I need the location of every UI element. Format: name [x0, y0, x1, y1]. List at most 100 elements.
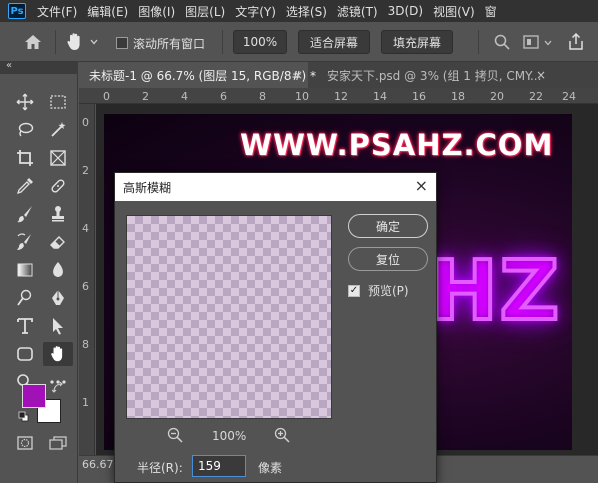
tools-panel-header: «	[0, 60, 78, 74]
ruler-tick: 6	[220, 90, 227, 103]
eyedropper-tool-icon[interactable]	[10, 174, 40, 198]
ruler-tick: 2	[82, 164, 89, 177]
menu-edit[interactable]: 编辑(E)	[82, 3, 133, 20]
ruler-tick: 10	[295, 90, 309, 103]
share-icon[interactable]	[568, 33, 584, 50]
brush-tool-icon[interactable]	[10, 202, 40, 226]
menu-image[interactable]: 图像(I)	[133, 3, 180, 20]
hand-tool-icon[interactable]	[43, 342, 73, 366]
radius-unit: 像素	[258, 461, 283, 475]
search-icon[interactable]	[494, 34, 510, 50]
ruler-tick: 22	[529, 90, 543, 103]
move-tool-icon[interactable]	[10, 90, 40, 114]
dialog-title-bar[interactable]: 高斯模糊 ×	[115, 173, 436, 201]
tools-panel: «	[0, 60, 78, 483]
marquee-tool-icon[interactable]	[43, 90, 73, 114]
menu-type[interactable]: 文字(Y)	[230, 3, 281, 20]
radius-label: 半径(R):	[137, 461, 183, 475]
tab-untitled-1[interactable]: 未标题-1 @ 66.7% (图层 15, RGB/8#) *	[79, 62, 316, 88]
path-selection-tool-icon[interactable]	[43, 314, 73, 338]
fit-screen-button[interactable]: 适合屏幕	[298, 30, 370, 54]
ruler-tick: 14	[373, 90, 387, 103]
zoom-out-icon[interactable]	[167, 427, 183, 443]
history-brush-tool-icon[interactable]	[10, 230, 40, 254]
menu-view[interactable]: 视图(V)	[428, 3, 480, 20]
ruler-tick: 8	[259, 90, 266, 103]
menu-layer[interactable]: 图层(L)	[180, 3, 230, 20]
ruler-tick: 20	[490, 90, 504, 103]
ruler-tick: 2	[142, 90, 149, 103]
lasso-tool-icon[interactable]	[10, 118, 40, 142]
neon-text: HZ	[427, 242, 562, 341]
tab-label: 未标题-1 @ 66.7% (图层 15, RGB/8#) *	[89, 68, 317, 83]
status-zoom[interactable]: 66.67	[82, 458, 114, 471]
gradient-tool-icon[interactable]	[10, 258, 40, 282]
ruler-tick: 0	[82, 116, 89, 129]
hand-tool-icon[interactable]	[66, 32, 84, 52]
menu-filter[interactable]: 滤镜(T)	[332, 3, 383, 20]
chevron-down-icon[interactable]	[90, 39, 98, 45]
default-colors-icon[interactable]	[18, 411, 29, 422]
separator	[478, 30, 479, 54]
ok-button[interactable]: 确定	[348, 214, 428, 238]
dialog-title: 高斯模糊	[123, 180, 172, 195]
close-icon[interactable]: ×	[415, 177, 428, 195]
magic-wand-tool-icon[interactable]	[43, 118, 73, 142]
preview-checkbox[interactable]: ✓	[348, 285, 360, 297]
ruler-tick: 16	[412, 90, 426, 103]
document-tab-bar: 未标题-1 @ 66.7% (图层 15, RGB/8#) * × 安家天下.p…	[79, 62, 598, 88]
ruler-tick: 24	[562, 90, 576, 103]
scroll-all-windows-label: 滚动所有窗口	[133, 37, 206, 51]
pen-tool-icon[interactable]	[43, 286, 73, 310]
gaussian-blur-dialog: 高斯模糊 × 确定 复位 ✓ 预览(P) 100% 半径(R): 159 像素	[114, 172, 437, 483]
clone-stamp-tool-icon[interactable]	[43, 202, 73, 226]
crop-tool-icon[interactable]	[10, 146, 40, 170]
menu-3d[interactable]: 3D(D)	[383, 4, 428, 18]
menu-window[interactable]: 窗	[480, 3, 502, 20]
options-bar: 滚动所有窗口 100% 适合屏幕 填充屏幕	[0, 22, 598, 62]
eraser-tool-icon[interactable]	[43, 230, 73, 254]
fill-screen-button[interactable]: 填充屏幕	[381, 30, 453, 54]
reset-button[interactable]: 复位	[348, 247, 428, 271]
healing-brush-tool-icon[interactable]	[43, 174, 73, 198]
zoom-100-button[interactable]: 100%	[233, 30, 287, 54]
blur-preview[interactable]	[126, 215, 332, 419]
separator	[55, 30, 56, 54]
ruler-tick: 1	[82, 396, 89, 409]
close-icon[interactable]: ×	[536, 68, 546, 82]
ruler-tick: 0	[103, 90, 110, 103]
menu-bar: Ps 文件(F) 编辑(E) 图像(I) 图层(L) 文字(Y) 选择(S) 滤…	[0, 0, 598, 22]
ruler-tick: 4	[82, 222, 89, 235]
swap-colors-icon[interactable]	[52, 382, 64, 394]
ruler-tick: 18	[451, 90, 465, 103]
home-icon[interactable]	[24, 34, 42, 50]
ruler-tick: 4	[181, 90, 188, 103]
ruler-tick: 12	[334, 90, 348, 103]
collapse-icon[interactable]: «	[6, 60, 12, 71]
screen-mode-icon[interactable]	[49, 436, 67, 450]
tab-label: 安家天下.psd @ 3% (组 1 拷贝, CMY...	[327, 68, 542, 83]
rectangle-tool-icon[interactable]	[10, 342, 40, 366]
tab-anjia-tianxia[interactable]: 安家天下.psd @ 3% (组 1 拷贝, CMY...	[317, 62, 557, 88]
separator	[222, 30, 223, 54]
frame-tool-icon[interactable]	[43, 146, 73, 170]
type-tool-icon[interactable]	[10, 314, 40, 338]
workspace-icon[interactable]	[523, 35, 539, 49]
chevron-down-icon[interactable]	[544, 40, 552, 46]
quick-mask-icon[interactable]	[17, 436, 33, 450]
photoshop-logo: Ps	[8, 3, 26, 19]
blur-tool-icon[interactable]	[43, 258, 73, 282]
close-icon[interactable]: ×	[293, 68, 303, 82]
radius-input[interactable]: 159	[192, 455, 246, 477]
preview-zoom-percent: 100%	[212, 429, 247, 443]
preview-label: 预览(P)	[368, 284, 409, 298]
ruler-tick: 8	[82, 338, 89, 351]
menu-file[interactable]: 文件(F)	[32, 3, 82, 20]
horizontal-ruler: 0 2 4 6 8 10 12 14 16 18 20 22 24	[79, 88, 598, 104]
scroll-all-windows-checkbox[interactable]	[116, 37, 128, 49]
foreground-color-swatch[interactable]	[22, 384, 46, 408]
menu-select[interactable]: 选择(S)	[281, 3, 332, 20]
dodge-tool-icon[interactable]	[10, 286, 40, 310]
zoom-in-icon[interactable]	[274, 427, 290, 443]
photoshop-window: { "menubar": { "logo": "Ps", "items": ["…	[0, 0, 598, 483]
